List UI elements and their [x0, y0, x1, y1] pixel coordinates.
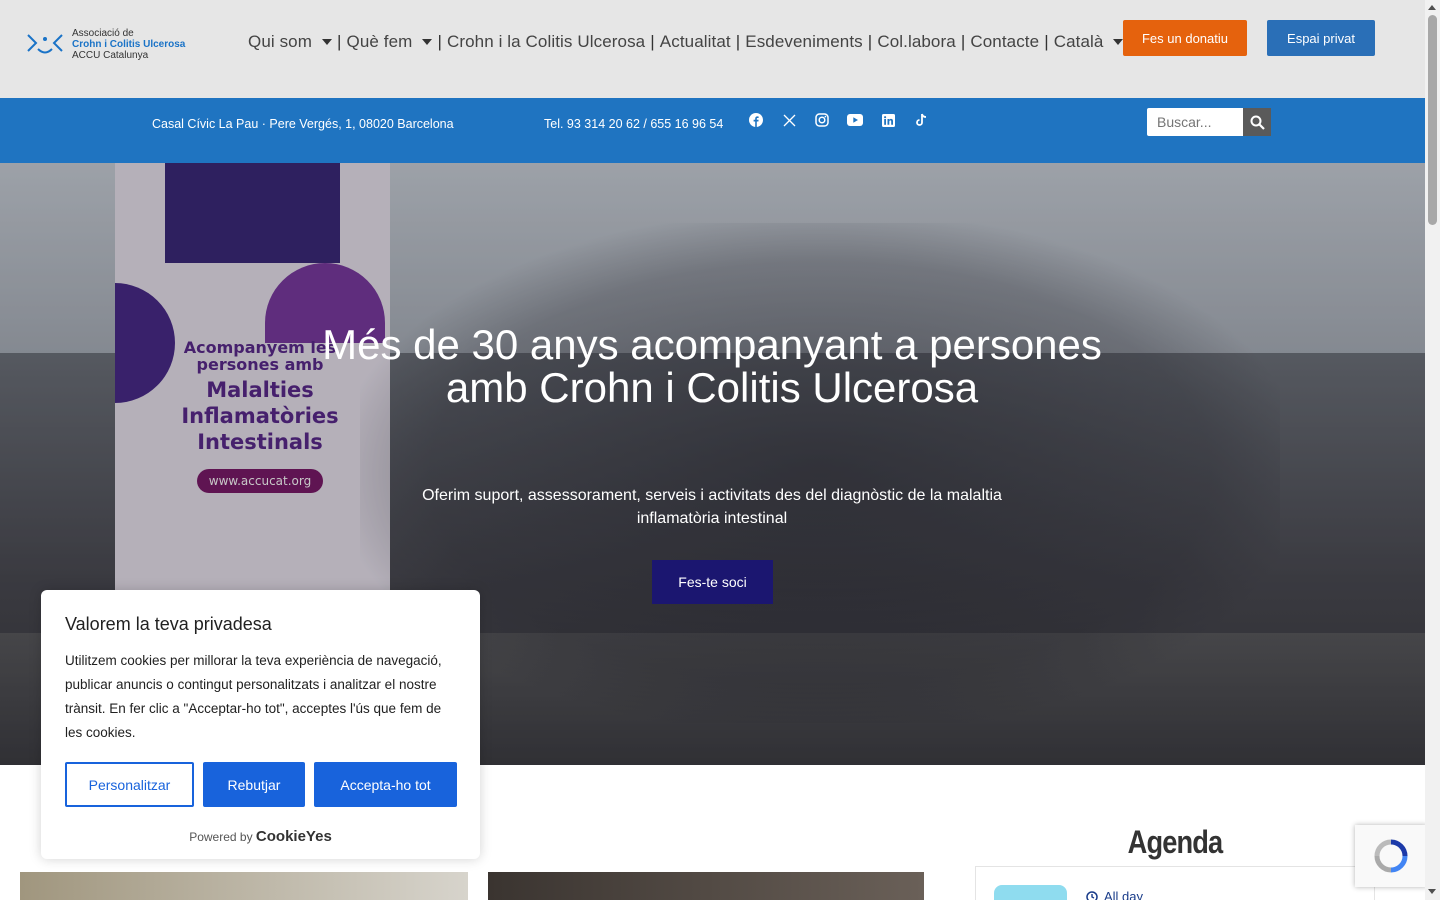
nav-item-contacte[interactable]: Contacte: [970, 32, 1039, 52]
hero-subtitle: Oferim suport, assessorament, serveis i …: [422, 487, 1002, 527]
facebook-icon[interactable]: [748, 112, 764, 128]
nav-separator: |: [960, 32, 966, 51]
search-input[interactable]: [1147, 108, 1243, 136]
site-logo[interactable]: Associació de Crohn i Colitis Ulcerosa A…: [24, 24, 199, 64]
donate-button[interactable]: Fes un donatiu: [1123, 20, 1247, 56]
phone-text[interactable]: Tel. 93 314 20 62 / 655 16 96 54: [544, 117, 723, 131]
nav-separator: |: [735, 32, 741, 51]
site-header: Associació de Crohn i Colitis Ulcerosa A…: [0, 0, 1425, 98]
page-scrollbar[interactable]: [1425, 0, 1440, 900]
nav-label: Què fem: [346, 32, 413, 51]
join-button[interactable]: Fes-te soci: [652, 560, 773, 604]
scrollbar-thumb[interactable]: [1428, 15, 1437, 225]
agenda-widget: All day: [975, 866, 1375, 900]
nav-item-actualitat[interactable]: Actualitat: [660, 32, 731, 52]
linkedin-icon[interactable]: [880, 112, 896, 128]
nav-separator: |: [650, 32, 655, 51]
nav-item-que-fem[interactable]: Què fem: [347, 32, 433, 52]
logo-line2: Crohn i Colitis Ulcerosa: [72, 38, 186, 50]
instagram-icon[interactable]: [814, 112, 830, 128]
nav-label: Actualitat: [659, 32, 731, 51]
nav-label: Esdeveniments: [745, 32, 863, 51]
cookie-title: Valorem la teva privadesa: [65, 614, 272, 634]
allday-label: All day: [1104, 889, 1144, 900]
main-nav: Qui som | Què fem | Crohn i la Colitis U…: [248, 30, 1124, 54]
social-links: [748, 112, 929, 128]
logo-line1: Associació de: [72, 27, 134, 39]
cookie-buttons: Personalitzar Rebutjar Accepta-ho tot: [65, 762, 457, 807]
nav-separator: |: [867, 32, 873, 51]
cookie-reject-button[interactable]: Rebutjar: [203, 762, 305, 807]
nav-separator: |: [1044, 32, 1049, 51]
nav-item-collabora[interactable]: Col.labora: [877, 32, 956, 52]
news-card-image[interactable]: [488, 872, 924, 900]
nav-item-crohn[interactable]: Crohn i la Colitis Ulcerosa: [447, 32, 645, 52]
logo-line3: ACCU Catalunya: [72, 49, 149, 61]
cookie-accept-button[interactable]: Accepta-ho tot: [314, 762, 457, 807]
nav-separator: |: [337, 32, 342, 51]
search-button[interactable]: [1243, 108, 1271, 136]
scroll-down-arrow-icon[interactable]: [1428, 889, 1436, 894]
hero-title-line2: amb Crohn i Colitis Ulcerosa: [445, 364, 979, 411]
hero-title: Més de 30 anys acompanyant a persones am…: [312, 323, 1112, 409]
cookie-powered-by: Powered by CookieYes: [41, 828, 480, 845]
cookie-customize-button[interactable]: Personalitzar: [65, 762, 194, 807]
nav-label: Crohn i la Colitis Ulcerosa: [446, 32, 646, 51]
powered-by-label: Powered by: [189, 830, 253, 844]
hero-title-line1: Més de 30 anys acompanyant a persones: [322, 321, 1102, 368]
clock-icon: [1086, 890, 1098, 900]
chevron-down-icon: [422, 39, 433, 45]
agenda-title: Agenda: [1127, 824, 1223, 860]
agenda-date-badge: [994, 885, 1067, 900]
search-form: [1147, 108, 1271, 136]
nav-label: Català: [1053, 32, 1104, 51]
private-area-button[interactable]: Espai privat: [1267, 20, 1375, 56]
nav-label: Contacte: [970, 32, 1040, 51]
nav-label: Qui som: [248, 32, 312, 51]
chevron-down-icon: [322, 39, 332, 45]
nav-item-esdeveniments[interactable]: Esdeveniments: [745, 32, 863, 52]
scroll-up-arrow-icon[interactable]: [1428, 5, 1436, 10]
address-text: Casal Cívic La Pau · Pere Vergés, 1, 080…: [152, 117, 454, 131]
nav-item-qui-som[interactable]: Qui som: [248, 32, 332, 52]
cookie-consent-modal: Valorem la teva privadesa Utilitzem cook…: [41, 590, 480, 859]
cookie-text: Utilitzem cookies per millorar la teva e…: [65, 653, 442, 740]
chevron-down-icon: [1113, 39, 1124, 45]
youtube-icon[interactable]: [847, 112, 863, 128]
recaptcha-badge[interactable]: [1355, 825, 1427, 887]
logo-icon: [27, 34, 63, 54]
cookieyes-logo[interactable]: CookieYes: [256, 828, 332, 845]
x-icon[interactable]: [781, 112, 797, 128]
nav-label: Col.labora: [877, 32, 956, 51]
news-card-image[interactable]: [20, 872, 468, 900]
recaptcha-icon: [1374, 839, 1408, 873]
nav-item-language[interactable]: Català: [1054, 32, 1124, 52]
agenda-event-time: All day: [1086, 889, 1143, 900]
info-bar: Casal Cívic La Pau · Pere Vergés, 1, 080…: [0, 98, 1425, 163]
tiktok-icon[interactable]: [913, 112, 929, 128]
nav-separator: |: [437, 32, 442, 51]
search-icon: [1250, 115, 1265, 130]
